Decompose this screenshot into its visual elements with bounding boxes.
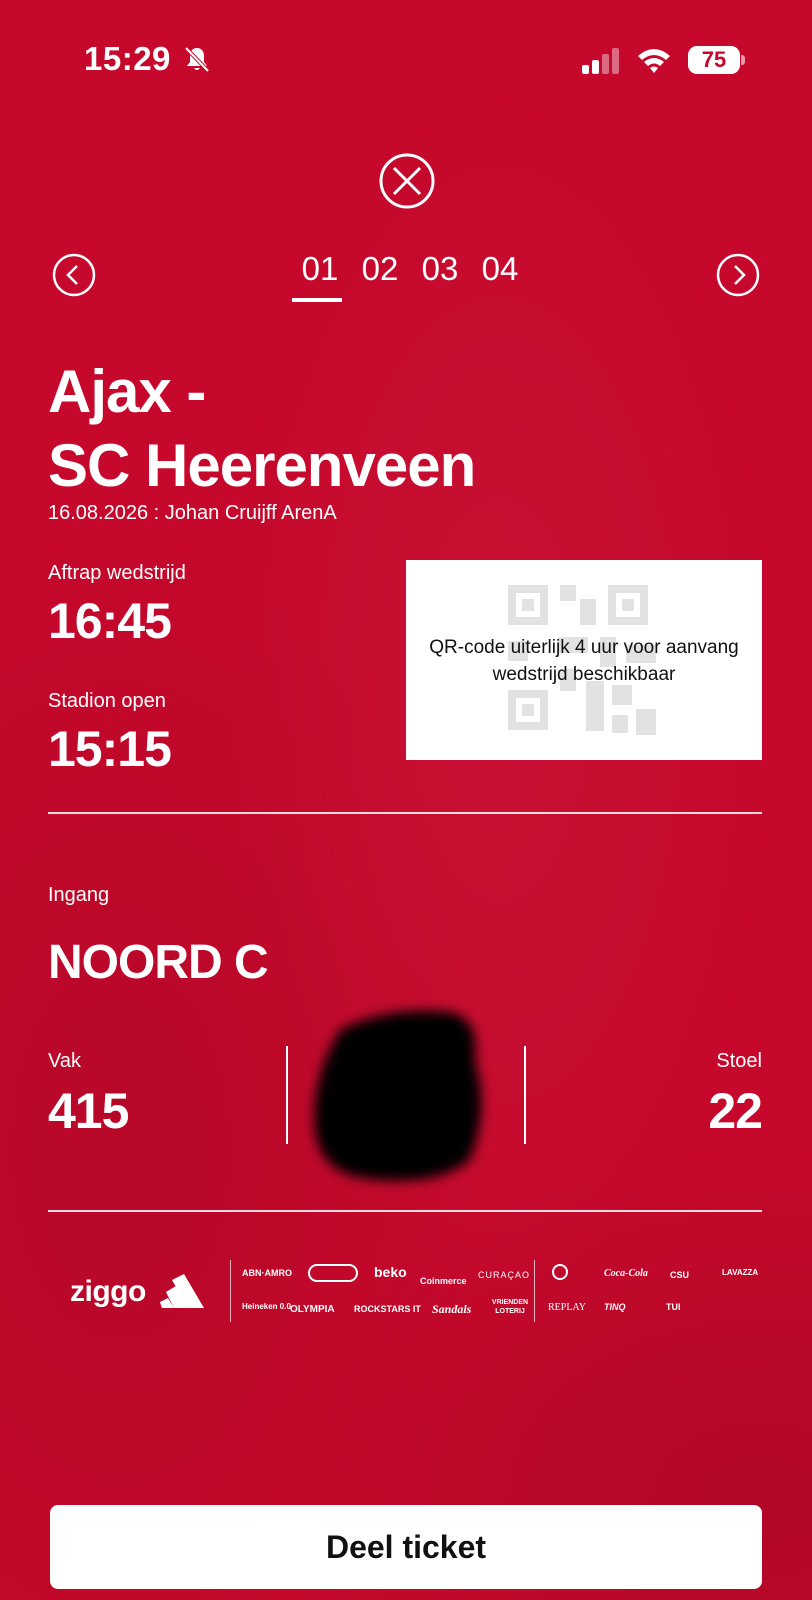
close-button[interactable]: [378, 152, 436, 210]
ticket-tabs: 01 02 03 04: [290, 250, 530, 302]
sponsor-curacao-logo: CURAÇAO: [478, 1270, 531, 1280]
sponsor-adidas-logo: [160, 1274, 204, 1308]
sponsor-divider: [230, 1260, 231, 1322]
stadium-open-time: 15:15: [48, 721, 172, 777]
sponsor-replay-logo: REPLAY: [548, 1302, 586, 1313]
tab-ticket-04[interactable]: 04: [470, 250, 530, 302]
tab-ticket-03[interactable]: 03: [410, 250, 470, 302]
sponsor-bmw-logo: [552, 1264, 568, 1280]
section-value: 415: [48, 1083, 129, 1139]
status-time: 15:29: [84, 40, 171, 77]
match-title: Ajax - SC Heerenveen: [48, 355, 476, 503]
qr-code-placeholder: QR-code uiterlijk 4 uur voor aanvang wed…: [406, 560, 762, 760]
tab-ticket-02[interactable]: 02: [350, 250, 410, 302]
next-ticket-button[interactable]: [716, 253, 760, 297]
sponsor-coca-cola-logo: Coca-Cola: [604, 1268, 648, 1279]
match-title-line2: SC Heerenveen: [48, 432, 476, 499]
entrance-value: NOORD C: [48, 936, 269, 989]
divider: [48, 812, 762, 814]
sponsor-csu-logo: CSU: [670, 1270, 690, 1280]
kickoff-label: Aftrap wedstrijd: [48, 562, 186, 584]
sponsor-tinq-logo: TINQ: [604, 1302, 626, 1312]
battery-tip: [741, 55, 745, 65]
redacted-area: [314, 1010, 482, 1181]
previous-ticket-button[interactable]: [52, 253, 96, 297]
sponsor-coinmerce-logo: Coinmerce: [420, 1276, 467, 1286]
column-divider: [524, 1046, 526, 1144]
sponsor-badge-logo: [308, 1264, 358, 1282]
qr-notice: QR-code uiterlijk 4 uur voor aanvang wed…: [429, 637, 739, 685]
tab-ticket-01[interactable]: 01: [290, 250, 350, 302]
divider: [48, 1210, 762, 1212]
sponsor-tui-logo: TUI: [666, 1302, 681, 1312]
sponsor-lavazza-logo: LAVAZZA: [722, 1268, 759, 1277]
sponsor-abn-amro-logo: ABN·AMRO: [242, 1268, 292, 1278]
match-title-line1: Ajax -: [48, 358, 206, 425]
seat-label: Stoel: [716, 1050, 762, 1072]
battery-indicator: 75: [688, 46, 740, 74]
column-divider: [286, 1046, 288, 1144]
seat-value: 22: [708, 1083, 763, 1139]
entrance-label: Ingang: [48, 884, 110, 906]
sponsor-heineken-logo: Heineken 0.0: [242, 1302, 291, 1311]
share-ticket-button[interactable]: Deel ticket: [50, 1505, 762, 1589]
sponsor-olympia-logo: OLYMPIA: [290, 1304, 335, 1315]
wifi-icon: [638, 49, 670, 73]
ticket-screen: 15:29 75 01 02 03 04 Ajax - SC Heerenvee…: [0, 0, 812, 1600]
sponsor-ziggo-logo: ziggo: [70, 1275, 146, 1308]
stadium-open-label: Stadion open: [48, 690, 166, 712]
sponsor-divider: [534, 1260, 535, 1322]
bell-slash-icon: [184, 46, 210, 73]
signal-icon: [582, 48, 619, 74]
section-label: Vak: [48, 1050, 81, 1072]
sponsor-beko-logo: beko: [374, 1264, 407, 1280]
match-date-venue: 16.08.2026 : Johan Cruijff ArenA: [48, 502, 337, 524]
sponsor-sandals-logo: Sandals: [432, 1302, 472, 1316]
kickoff-time: 16:45: [48, 593, 172, 649]
sponsor-rockstars-logo: ROCKSTARS IT: [354, 1304, 421, 1314]
sponsor-vriendenloterij-logo: VRIENDEN LOTERIJ: [491, 1299, 529, 1315]
